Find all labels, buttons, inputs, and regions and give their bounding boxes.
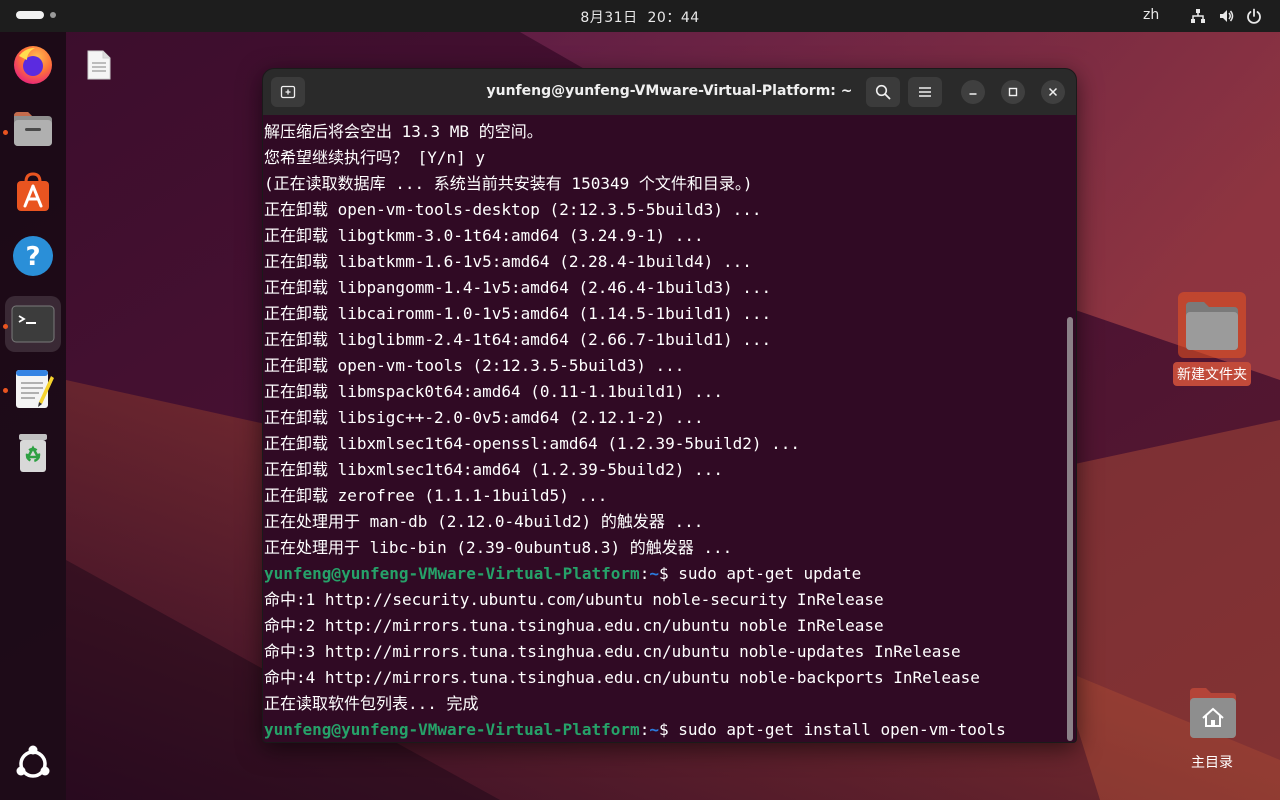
dock-terminal[interactable] [5, 296, 61, 352]
files-running-indicator [3, 130, 8, 135]
terminal-line: 正在读取软件包列表... 完成 [264, 694, 479, 713]
dock-files[interactable] [5, 100, 61, 156]
prompt-user-host: yunfeng@yunfeng-VMware-Virtual-Platform [264, 720, 640, 739]
minimize-icon [969, 93, 977, 95]
folder-icon [1186, 302, 1238, 350]
search-button[interactable] [866, 77, 900, 107]
terminal-line: 正在卸载 libcairomm-1.0-1v5:amd64 (1.14.5-1b… [264, 304, 772, 323]
terminal-line: 命中:4 http://mirrors.tuna.tsinghua.edu.cn… [264, 668, 980, 687]
terminal-line: (正在读取数据库 ... 系统当前共安装有 150349 个文件和目录。) [264, 174, 753, 193]
terminal-line: 解压缩后将会空出 13.3 MB 的空间。 [264, 122, 543, 141]
terminal-line: 命中:1 http://security.ubuntu.com/ubuntu n… [264, 590, 884, 609]
terminal-line: 正在处理用于 libc-bin (2.39-0ubuntu8.3) 的触发器 .… [264, 538, 733, 557]
terminal-line: 正在卸载 libglibmm-2.4-1t64:amd64 (2.66.7-1b… [264, 330, 772, 349]
volume-icon [1220, 10, 1234, 22]
system-tray[interactable] [1190, 8, 1262, 24]
clock-time: 20：44 [647, 10, 700, 26]
app-center-icon [17, 172, 49, 211]
document-icon [87, 50, 111, 80]
terminal-line: 正在卸载 open-vm-tools-desktop (2:12.3.5-5bu… [264, 200, 762, 219]
terminal-prompt-line: yunfeng@yunfeng-VMware-Virtual-Platform:… [264, 717, 1064, 741]
files-folder-icon [14, 112, 52, 146]
clock-date: 8月31日 [580, 10, 638, 26]
svg-text:?: ? [25, 242, 40, 272]
terminal-line: 正在卸载 libsigc++-2.0-0v5:amd64 (2.12.1-2) … [264, 408, 704, 427]
home-folder-icon [1190, 688, 1236, 738]
hamburger-menu-icon [919, 87, 931, 97]
dock-trash[interactable] [5, 424, 61, 480]
new-folder-label: 新建文件夹 [1173, 362, 1251, 386]
prompt-separator: : [639, 720, 650, 739]
window-titlebar[interactable]: yunfeng@yunfeng-VMware-Virtual-Platform:… [263, 69, 1076, 115]
prompt-separator: : [639, 564, 650, 583]
terminal-line: 正在卸载 libgtkmm-3.0-1t64:amd64 (3.24.9-1) … [264, 226, 704, 245]
close-button[interactable] [1041, 80, 1065, 104]
desktop-file[interactable] [86, 50, 112, 84]
network-wired-icon [1191, 9, 1205, 23]
dock-show-apps[interactable] [5, 736, 61, 792]
terminal-line: 正在卸载 zerofree (1.1.1-1build5) ... [264, 486, 608, 505]
terminal-line: 正在卸载 libpangomm-1.4-1v5:amd64 (2.46.4-1b… [264, 278, 772, 297]
top-bar: 8月31日 20：44 zh [0, 0, 1280, 32]
dock-firefox[interactable] [5, 36, 61, 92]
terminal-running-indicator [3, 324, 8, 329]
window-title: yunfeng@yunfeng-VMware-Virtual-Platform:… [486, 83, 853, 99]
terminal-prompt-line: yunfeng@yunfeng-VMware-Virtual-Platform:… [264, 561, 1064, 587]
new-folder-icon-bg [1178, 292, 1246, 358]
desktop-new-folder[interactable]: 新建文件夹 [1170, 292, 1254, 386]
terminal-line: 命中:3 http://mirrors.tuna.tsinghua.edu.cn… [264, 642, 961, 661]
clock[interactable]: 8月31日 20：44 [0, 7, 1280, 27]
input-language-indicator[interactable]: zh [1143, 7, 1159, 23]
dock-help[interactable]: ? [5, 228, 61, 284]
dock-app-center[interactable] [5, 164, 61, 220]
dock-text-editor[interactable] [5, 360, 61, 416]
terminal-line: 您希望继续执行吗？ [Y/n] y [264, 148, 486, 167]
prompt-command: $ sudo apt-get update [658, 564, 862, 583]
home-folder-label: 主目录 [1191, 755, 1233, 771]
power-icon [1247, 8, 1261, 24]
firefox-icon [14, 46, 52, 84]
maximize-icon [1008, 87, 1018, 97]
trash-icon [19, 434, 47, 472]
terminal-output[interactable]: 解压缩后将会空出 13.3 MB 的空间。 您希望继续执行吗？ [Y/n] y (正… [264, 119, 1064, 741]
dock: ? [0, 32, 66, 800]
help-icon: ? [13, 236, 53, 276]
terminal-line: 正在卸载 libxmlsec1t64:amd64 (1.2.39-5build2… [264, 460, 723, 479]
text-editor-running-indicator [3, 388, 8, 393]
terminal-scrollbar[interactable] [1067, 317, 1073, 741]
terminal-line: 命中:2 http://mirrors.tuna.tsinghua.edu.cn… [264, 616, 884, 635]
close-icon [1048, 87, 1058, 97]
terminal-line: 正在卸载 libxmlsec1t64-openssl:amd64 (1.2.39… [264, 434, 801, 453]
terminal-line: 正在卸载 open-vm-tools (2:12.3.5-5build3) ..… [264, 356, 685, 375]
desktop-home-folder[interactable]: 主目录 [1170, 682, 1254, 774]
minimize-button[interactable] [961, 80, 985, 104]
search-icon [875, 84, 891, 100]
maximize-button[interactable] [1001, 80, 1025, 104]
terminal-line: 正在卸载 libatkmm-1.6-1v5:amd64 (2.28.4-1bui… [264, 252, 752, 271]
prompt-user-host: yunfeng@yunfeng-VMware-Virtual-Platform [264, 564, 640, 583]
prompt-path: ~ [649, 564, 659, 583]
ubuntu-logo-icon [16, 745, 50, 778]
terminal-window[interactable]: yunfeng@yunfeng-VMware-Virtual-Platform:… [262, 68, 1077, 743]
terminal-icon [11, 305, 55, 343]
terminal-line: 正在处理用于 man-db (2.12.0-4build2) 的触发器 ... [264, 512, 704, 531]
prompt-path: ~ [649, 720, 659, 739]
text-editor-icon [16, 370, 54, 408]
prompt-command: $ sudo apt-get install open-vm-tools [658, 720, 1006, 739]
menu-button[interactable] [908, 77, 942, 107]
terminal-line: 正在卸载 libmspack0t64:amd64 (0.11-1.1build1… [264, 382, 723, 401]
